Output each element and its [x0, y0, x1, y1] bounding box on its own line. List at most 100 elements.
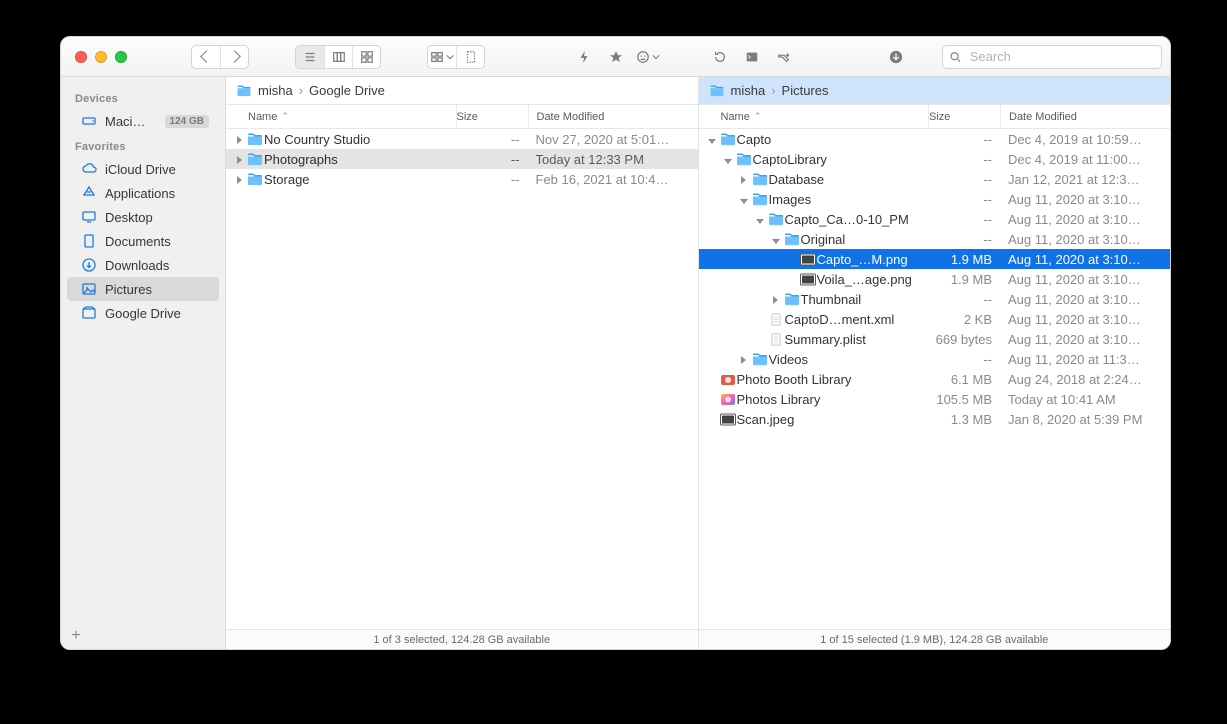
file-size: --: [928, 212, 1000, 227]
file-row[interactable]: Capto--Dec 4, 2019 at 10:59…: [699, 129, 1171, 149]
file-row[interactable]: Summary.plist669 bytesAug 11, 2020 at 3:…: [699, 329, 1171, 349]
close-window-button[interactable]: [75, 51, 87, 63]
sidebar-item-applications[interactable]: Applications: [67, 181, 219, 205]
file-name: CaptoD…ment.xml: [785, 312, 929, 327]
disclosure-triangle[interactable]: [232, 172, 246, 187]
disclosure-triangle[interactable]: [737, 172, 751, 187]
sidebar-item-google-drive[interactable]: Google Drive: [67, 301, 219, 325]
file-pane: misha›Google DriveName ⌃SizeDate Modifie…: [226, 77, 698, 649]
col-name[interactable]: Name ⌃: [226, 105, 456, 128]
file-row[interactable]: Capto_…M.png1.9 MBAug 11, 2020 at 3:10…: [699, 249, 1171, 269]
sidebar-item-maci-h-hd[interactable]: Maci…h HD124 GB: [67, 109, 219, 133]
file-date: Aug 11, 2020 at 3:10…: [1000, 312, 1170, 327]
path-crumb[interactable]: misha: [236, 83, 293, 98]
file-date: Aug 11, 2020 at 3:10…: [1000, 252, 1170, 267]
file-row[interactable]: No Country Studio--Nov 27, 2020 at 5:01…: [226, 129, 698, 149]
new-doc-button[interactable]: [456, 46, 484, 68]
sidebar-item-label: iCloud Drive: [105, 162, 209, 177]
disclosure-triangle[interactable]: [737, 352, 751, 367]
file-size: --: [928, 292, 1000, 307]
file-list[interactable]: No Country Studio--Nov 27, 2020 at 5:01……: [226, 129, 698, 629]
file-row[interactable]: CaptoLibrary--Dec 4, 2019 at 11:00…: [699, 149, 1171, 169]
sidebar-item-documents[interactable]: Documents: [67, 229, 219, 253]
zoom-window-button[interactable]: [115, 51, 127, 63]
file-name: Photographs: [264, 152, 456, 167]
view-columns-button[interactable]: [324, 46, 352, 68]
file-date: Aug 11, 2020 at 3:10…: [1000, 192, 1170, 207]
path-crumb[interactable]: misha: [709, 83, 766, 98]
tag-button[interactable]: [603, 46, 629, 68]
disclosure-triangle[interactable]: [769, 232, 783, 247]
sidebar-item-downloads[interactable]: Downloads: [67, 253, 219, 277]
download-button[interactable]: [883, 46, 909, 68]
sidebar-item-label: Pictures: [105, 282, 209, 297]
terminal-button[interactable]: [739, 46, 765, 68]
path-crumb-label: Google Drive: [309, 83, 385, 98]
file-name: Capto_…M.png: [817, 252, 929, 267]
forward-button[interactable]: [220, 46, 248, 68]
search-input[interactable]: [968, 48, 1155, 65]
bolt-icon: [577, 50, 591, 64]
disclosure-triangle[interactable]: [769, 292, 783, 307]
quick-action-button[interactable]: [571, 46, 597, 68]
disclosure-triangle[interactable]: [737, 192, 751, 207]
sort-indicator-icon: ⌃: [754, 111, 762, 122]
path-crumb[interactable]: Google Drive: [309, 83, 385, 98]
file-row[interactable]: Photos Library105.5 MBToday at 10:41 AM: [699, 389, 1171, 409]
sidebar-item-desktop[interactable]: Desktop: [67, 205, 219, 229]
disclosure-triangle[interactable]: [721, 152, 735, 167]
file-row[interactable]: Scan.jpeg1.3 MBJan 8, 2020 at 5:39 PM: [699, 409, 1171, 429]
path-bar[interactable]: misha›Google Drive: [226, 77, 698, 105]
file-date: Aug 11, 2020 at 11:3…: [1000, 352, 1170, 367]
folder-icon: [767, 213, 785, 226]
view-list-button[interactable]: [296, 46, 324, 68]
file-row[interactable]: CaptoD…ment.xml2 KBAug 11, 2020 at 3:10…: [699, 309, 1171, 329]
search-field[interactable]: [942, 45, 1162, 69]
toolbar: [61, 37, 1170, 77]
file-date: Today at 12:33 PM: [528, 152, 698, 167]
back-button[interactable]: [192, 46, 220, 68]
add-sidebar-item-button[interactable]: +: [67, 627, 85, 645]
folder-icon: [709, 85, 725, 97]
file-row[interactable]: Photographs--Today at 12:33 PM: [226, 149, 698, 169]
file-date: Dec 4, 2019 at 11:00…: [1000, 152, 1170, 167]
sync-button[interactable]: [707, 46, 733, 68]
group-button[interactable]: [428, 46, 456, 68]
file-row[interactable]: Thumbnail--Aug 11, 2020 at 3:10…: [699, 289, 1171, 309]
file-row[interactable]: Capto_Ca…0-10_PM--Aug 11, 2020 at 3:10…: [699, 209, 1171, 229]
file-size: 1.9 MB: [928, 272, 1000, 287]
sidebar-item-label: Downloads: [105, 258, 209, 273]
file-row[interactable]: Storage--Feb 16, 2021 at 10:4…: [226, 169, 698, 189]
hdd-icon: [81, 113, 97, 129]
file-name: Capto_Ca…0-10_PM: [785, 212, 929, 227]
file-row[interactable]: Voila_…age.png1.9 MBAug 11, 2020 at 3:10…: [699, 269, 1171, 289]
col-date[interactable]: Date Modified: [1000, 105, 1170, 128]
disclosure-triangle[interactable]: [232, 152, 246, 167]
folder-icon: [246, 173, 264, 186]
sidebar-item-pictures[interactable]: Pictures: [67, 277, 219, 301]
path-bar[interactable]: misha›Pictures: [699, 77, 1171, 105]
file-row[interactable]: Original--Aug 11, 2020 at 3:10…: [699, 229, 1171, 249]
minimize-window-button[interactable]: [95, 51, 107, 63]
more-button[interactable]: [635, 46, 661, 68]
col-size[interactable]: Size: [456, 105, 528, 128]
file-name: Videos: [769, 352, 929, 367]
disclosure-triangle[interactable]: [232, 132, 246, 147]
columns-view-icon: [332, 50, 346, 64]
file-row[interactable]: Videos--Aug 11, 2020 at 11:3…: [699, 349, 1171, 369]
sidebar-item-label: Desktop: [105, 210, 209, 225]
col-date[interactable]: Date Modified: [528, 105, 698, 128]
sidebar-item-icloud-drive[interactable]: iCloud Drive: [67, 157, 219, 181]
pbooth-icon: [719, 373, 737, 386]
file-row[interactable]: Photo Booth Library6.1 MBAug 24, 2018 at…: [699, 369, 1171, 389]
file-row[interactable]: Database--Jan 12, 2021 at 12:3…: [699, 169, 1171, 189]
path-crumb[interactable]: Pictures: [782, 83, 829, 98]
view-icons-button[interactable]: [352, 46, 380, 68]
add-tag-button[interactable]: [771, 46, 797, 68]
disclosure-triangle[interactable]: [753, 212, 767, 227]
file-list[interactable]: Capto--Dec 4, 2019 at 10:59…CaptoLibrary…: [699, 129, 1171, 629]
file-row[interactable]: Images--Aug 11, 2020 at 3:10…: [699, 189, 1171, 209]
disclosure-triangle[interactable]: [705, 132, 719, 147]
col-name[interactable]: Name ⌃: [699, 105, 929, 128]
col-size[interactable]: Size: [928, 105, 1000, 128]
